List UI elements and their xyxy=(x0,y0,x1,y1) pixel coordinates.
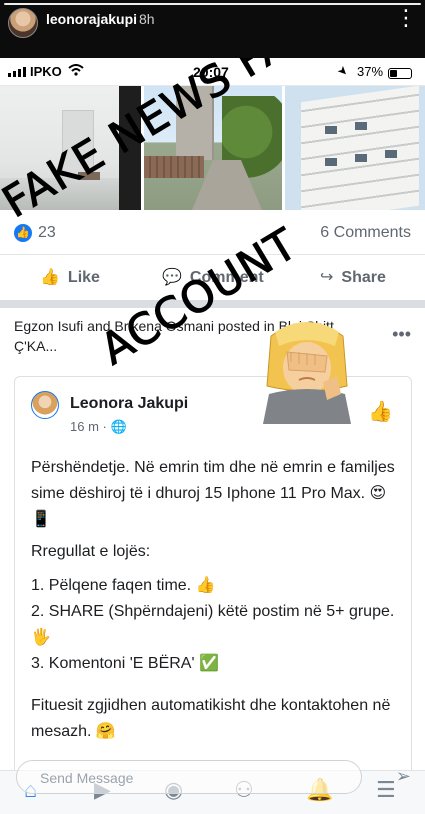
share-button[interactable]: ↪ Share xyxy=(320,267,386,287)
story-header: leonorajakupi 8h ⋮ xyxy=(0,0,425,58)
globe-icon: 🌐 xyxy=(110,419,127,434)
avatar[interactable] xyxy=(8,8,38,38)
rules-block: Rregullat e lojës: 1. Pëlqene faqen time… xyxy=(31,539,401,677)
reaction-summary: 👍 23 6 Comments xyxy=(0,210,425,254)
photo-building[interactable] xyxy=(285,86,425,210)
rules-title: Rregullat e lojës: xyxy=(31,543,151,560)
post-text: Fituesit zgjidhen automatikisht dhe kont… xyxy=(31,697,391,740)
battery-icon xyxy=(388,68,412,79)
like-reaction-icon: 👍 xyxy=(14,224,32,242)
story-reply-bar: Send Message ➢ xyxy=(0,754,425,814)
shared-post-card: Leonora Jakupi 16 m · 🌐 👍 Përshëndetje. … xyxy=(14,376,412,814)
rule-item: 3. Komentoni 'E BËRA' ✅ xyxy=(31,655,219,672)
thumbs-up-icon: 👍 xyxy=(40,269,60,286)
like-count[interactable]: 23 xyxy=(38,224,56,242)
more-options-icon[interactable]: ••• xyxy=(392,324,411,345)
carrier-name: IPKO xyxy=(30,64,62,79)
battery-percent: 37% xyxy=(357,64,384,79)
story-time: 8h xyxy=(139,11,155,27)
more-dots-icon[interactable]: ⋮ xyxy=(395,7,417,29)
author-avatar[interactable] xyxy=(31,391,59,419)
rule-item: 1. Pëlqene faqen time. 👍 xyxy=(31,577,216,594)
post-time: 16 m · 🌐 xyxy=(70,419,127,434)
send-icon[interactable]: ➢ xyxy=(396,766,411,787)
battery-fill xyxy=(390,70,398,77)
signal-icon xyxy=(8,67,28,77)
comment-count[interactable]: 6 Comments xyxy=(320,224,411,242)
send-message-placeholder: Send Message xyxy=(40,770,134,786)
post-text: Përshëndetje. Në emrin tim dhe në emrin … xyxy=(31,459,395,528)
share-label: Share xyxy=(341,269,386,286)
like-label: Like xyxy=(67,269,100,286)
rule-item: 2. SHARE (Shpërndajeni) këtë postim në 5… xyxy=(31,603,395,646)
story-username[interactable]: leonorajakupi xyxy=(46,11,137,27)
thumbs-up-icon[interactable]: 👍 xyxy=(368,399,393,424)
facepalm-emoji-sticker xyxy=(263,322,351,424)
like-button[interactable]: 👍 Like xyxy=(40,267,100,287)
author-name[interactable]: Leonora Jakupi xyxy=(70,395,188,413)
location-arrow-icon: ➤ xyxy=(334,62,352,80)
story-progress-bar xyxy=(4,3,421,5)
wifi-icon xyxy=(68,64,84,79)
share-icon: ↪ xyxy=(320,269,334,286)
